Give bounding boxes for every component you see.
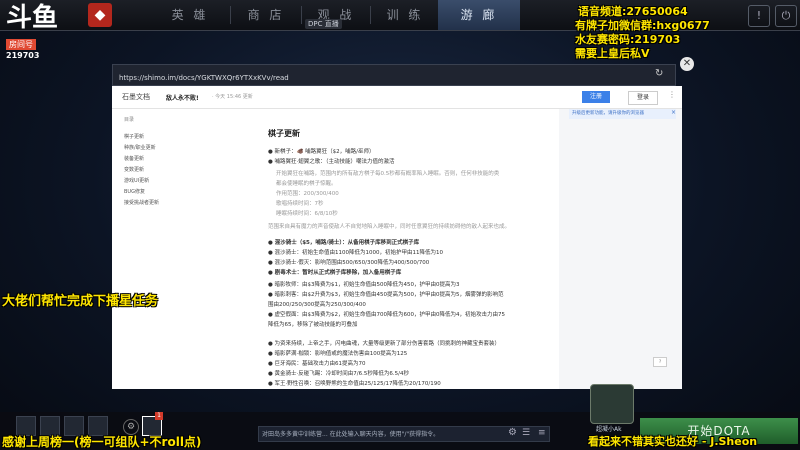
toc-item[interactable]: 接受挑战者更新: [124, 199, 159, 206]
chat-channel-icon[interactable]: ☰: [522, 428, 530, 438]
toc-sidebar: 目录 棋子更新 种族/职业更新 装备更新 变数更新 游戏UI更新 BUG修复 接…: [112, 109, 225, 389]
toc-item[interactable]: 变数更新: [124, 166, 144, 173]
dota-logo-icon[interactable]: ◆: [88, 3, 112, 27]
douyu-logo-text: 斗鱼: [6, 3, 59, 33]
doc-header: 石墨文档 敌人永不败! · 今天 15:46 更新 注册 登录 ⋮: [112, 86, 682, 109]
doc-line: ● 混沙骑士：初始生命值由1100降低为1000，初始护甲由11降低为10: [268, 250, 444, 256]
settings-icon[interactable]: ⚙: [508, 427, 517, 438]
notification-badge: 1: [155, 412, 163, 420]
toc-item[interactable]: 游戏UI更新: [124, 177, 149, 184]
doc-line: ● 混沙骑士（$5，哺路/骑士）：从备用棋子库移到正式棋子库: [268, 240, 420, 246]
chat-placeholder: 对田岛多多黄中训练营... 在此处输入聊天内容，使用"/"获得指令。: [262, 431, 440, 438]
chat-input[interactable]: 对田岛多多黄中训练营... 在此处输入聊天内容，使用"/"获得指令。: [258, 426, 550, 442]
doc-line: ● 巨牙海民：基础攻击力由61提高为70: [268, 361, 366, 367]
feedback-icon[interactable]: ?: [653, 357, 667, 367]
url-text[interactable]: https://shimo.im/docs/YGKTWXQr6YTXxKVv/r…: [113, 74, 289, 82]
doc-line: ● 暗影萨满·枷锁：影响值或的魔法伤害由100提高为125: [268, 351, 408, 357]
more-icon[interactable]: ⋮: [668, 90, 676, 99]
toc-item[interactable]: 棋子更新: [124, 133, 144, 140]
doc-title: 敌人永不败!: [166, 95, 199, 102]
shimo-document: 石墨文档 敌人永不败! · 今天 15:46 更新 注册 登录 ⋮ 目录 棋子更…: [112, 86, 682, 389]
close-icon[interactable]: ✕: [680, 57, 694, 71]
room-label: 房间号: [6, 39, 36, 50]
avatar[interactable]: [590, 384, 634, 424]
overlay-music: 看起来不错其实也还好 - J.Sheon: [588, 435, 758, 448]
doc-line: ● 剧毒术士：暂时从正式棋子库移除，加入备用棋子库: [268, 270, 402, 276]
friend-name[interactable]: 超凝小Ak: [596, 424, 622, 433]
doc-content: 棋子更新 ● 新棋子：🐗 哺路翼狂（$2，哺路/巫师） ● 哺路翼狂·翅翼之歌：…: [224, 109, 559, 389]
overlay-thanks: 感谢上周榜一(榜一可组队+不roll点): [2, 435, 202, 449]
doc-line: ● 混沙骑士·假灭：影响范围由500/650/300降低为400/500/700: [268, 260, 430, 266]
doc-line: 歌唱持续时间：7秒: [276, 201, 324, 207]
toc-title: 目录: [124, 117, 135, 123]
doc-line: 都会使睡眠的棋子惊醒。: [276, 181, 337, 187]
chat-menu-icon[interactable]: ≡: [538, 428, 546, 438]
login-button[interactable]: 登录: [628, 91, 658, 105]
tab-store[interactable]: 商 店: [231, 0, 301, 30]
tab-heroes[interactable]: 英 雄: [150, 0, 230, 30]
doc-line: 降低为65，移除了被动技能的可叠加: [268, 322, 358, 328]
doc-line: ● 暗影刺客：由$2升费为$3，初始生命值由450提高为500，护甲由0提高为5…: [268, 292, 504, 298]
power-icon[interactable]: ⏻: [775, 5, 797, 27]
url-bar[interactable]: https://shimo.im/docs/YGKTWXQr6YTXxKVv/r…: [112, 64, 676, 86]
alert-icon[interactable]: !: [748, 5, 770, 27]
doc-line: ● 新棋子：🐗 哺路翼狂（$2，哺路/巫师）: [268, 149, 375, 155]
dpc-live-badge[interactable]: DPC 直播: [305, 19, 342, 29]
toc-item[interactable]: BUG修复: [124, 188, 145, 195]
doc-line: 范围来自具有魔力的声音使敌人不自觉地陷入睡眠中，同时任意翼狂的持续妨碍他的敌人起…: [268, 224, 511, 230]
douyu-logo: 斗鱼 房间号 219703: [6, 3, 59, 60]
doc-line: ● 军王·野性召唤：召唤野熊的生命值由25/125/17降低为20/170/19…: [268, 381, 441, 387]
doc-line: 作用范围：200/300/400: [276, 191, 339, 197]
doc-line: 围由200/250/300提高为250/300/400: [268, 302, 366, 308]
toc-item[interactable]: 种族/职业更新: [124, 144, 156, 151]
overlay-dm-note: 需要上皇后私V: [575, 47, 650, 60]
register-button[interactable]: 注册: [582, 91, 610, 103]
reload-icon[interactable]: ↻: [655, 68, 667, 80]
tab-learn[interactable]: 训 练: [371, 0, 439, 30]
close-icon[interactable]: ×: [671, 109, 676, 116]
doc-line: ● 暗影牧师：由$3降费为$1，初始生命值由500降低为450，护甲由0提高为3: [268, 282, 460, 288]
doc-brand[interactable]: 石墨文档: [122, 92, 150, 102]
doc-line: ● 哺路翼狂·翅翼之歌：（主动技能）嘲法力值的激活: [268, 159, 395, 165]
overlay-star-task: 大佬们帮忙完成下播星任务: [2, 294, 159, 309]
upgrade-banner[interactable]: 升级后更新功能，请升级你的浏览器: [569, 109, 676, 119]
section-heading: 棋子更新: [268, 129, 300, 138]
toc-item[interactable]: 装备更新: [124, 155, 144, 162]
doc-line: ● 为资来持续，上帝之手，闪电曲魂，大量等级更新了部分伤害套路（同挑刺的神藏宝贵…: [268, 341, 501, 347]
doc-line: 睡眠持续时间：6/8/10秒: [276, 211, 338, 217]
doc-right-panel: 升级后更新功能，请升级你的浏览器 × ?: [559, 109, 682, 389]
doc-meta: · 今天 15:46 更新: [212, 94, 253, 100]
doc-line: ● 虚空假面：由$3降费为$2，初始生命值由700降低为600，护甲由0降低为4…: [268, 312, 506, 318]
tab-arcade[interactable]: 游 廊: [438, 0, 520, 30]
room-number: 219703: [6, 51, 40, 60]
doc-line: 开始翼狂在哺路，范围内的所有敌方棋子每0.5秒都有概率陷入睡眠。否则，任何非技能…: [276, 171, 500, 177]
doc-line: ● 黄金骑士·反碰飞踢：冷却时间由7/6.5秒降低为6.5/4秒: [268, 371, 409, 377]
